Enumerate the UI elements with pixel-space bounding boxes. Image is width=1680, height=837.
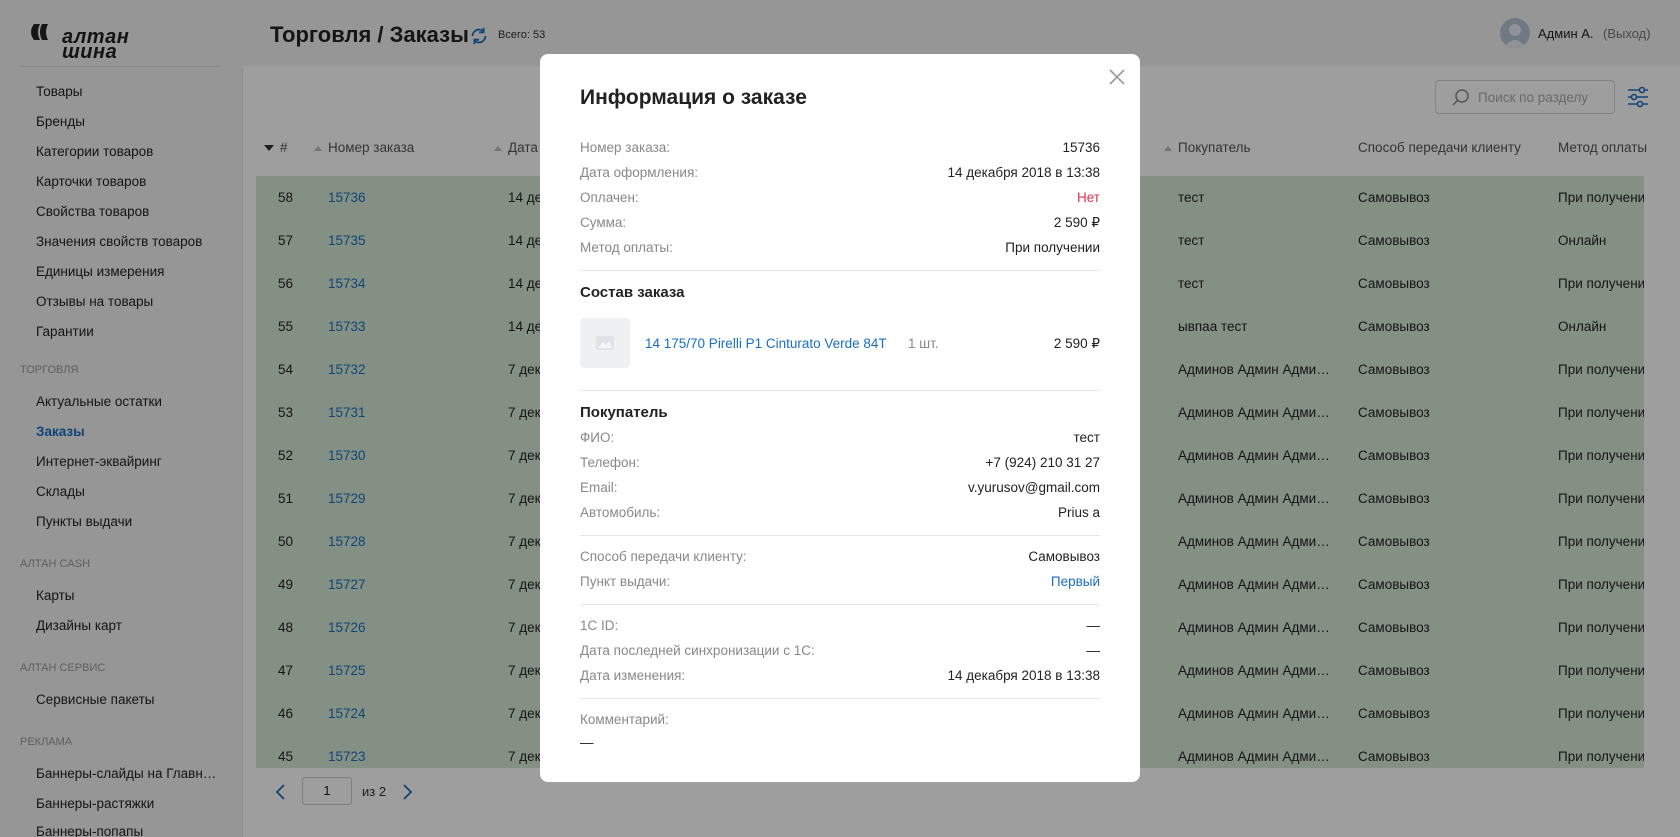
fio-label: ФИО:: [580, 430, 615, 445]
phone-value: +7 (924) 210 31 27: [985, 455, 1100, 470]
divider: [580, 390, 1100, 391]
comment-label: Комментарий:: [580, 712, 669, 727]
product-quantity: 1 шт.: [908, 336, 939, 351]
delivery-label: Способ передачи клиенту:: [580, 549, 747, 564]
sum-value: 2 590 ₽: [1053, 215, 1100, 230]
product-link[interactable]: 14 175/70 Pirelli P1 Cinturato Verde 84T: [645, 336, 887, 351]
car-value: Prius a: [1057, 505, 1100, 520]
product-thumbnail: [580, 318, 630, 368]
divider: [580, 270, 1100, 271]
email-value: v.yurusov@gmail.com: [968, 480, 1100, 495]
sync-date-value: —: [1086, 643, 1101, 658]
buyer-title: Покупатель: [580, 404, 668, 421]
order-number-label: Номер заказа:: [580, 140, 671, 155]
pickup-point-label: Пункт выдачи:: [580, 574, 671, 589]
car-label: Автомобиль:: [580, 505, 661, 520]
delivery-value: Самовывоз: [1028, 549, 1100, 564]
paid-label: Оплачен:: [580, 190, 639, 205]
divider: [580, 535, 1100, 536]
payment-method-label: Метод оплаты:: [580, 240, 673, 255]
close-icon[interactable]: [1106, 66, 1128, 88]
id-1c-value: —: [1086, 618, 1101, 633]
product-price: 2 590 ₽: [1053, 336, 1100, 351]
comment-value: —: [580, 735, 594, 750]
pickup-point-link[interactable]: Первый: [1051, 574, 1100, 589]
sum-label: Сумма:: [580, 215, 627, 230]
paid-value: Нет: [1077, 190, 1100, 205]
order-date-label: Дата оформления:: [580, 165, 698, 180]
order-number-value: 15736: [1062, 140, 1100, 155]
composition-title: Состав заказа: [580, 284, 685, 301]
id-1c-label: 1С ID:: [580, 618, 619, 633]
payment-method-value: При получении: [1005, 240, 1100, 255]
image-placeholder-icon: [596, 336, 614, 350]
divider: [580, 698, 1100, 699]
fio-value: тест: [1073, 430, 1100, 445]
changed-date-value: 14 декабря 2018 в 13:38: [947, 668, 1100, 683]
modal-title: Информация о заказе: [580, 86, 807, 109]
changed-date-label: Дата изменения:: [580, 668, 686, 683]
sync-date-label: Дата последней синхронизации с 1С:: [580, 643, 815, 658]
phone-label: Телефон:: [580, 455, 640, 470]
divider: [580, 604, 1100, 605]
order-info-modal: Информация о заказе Номер заказа: 15736 …: [540, 54, 1140, 782]
email-label: Email:: [580, 480, 618, 495]
order-date-value: 14 декабря 2018 в 13:38: [947, 165, 1100, 180]
